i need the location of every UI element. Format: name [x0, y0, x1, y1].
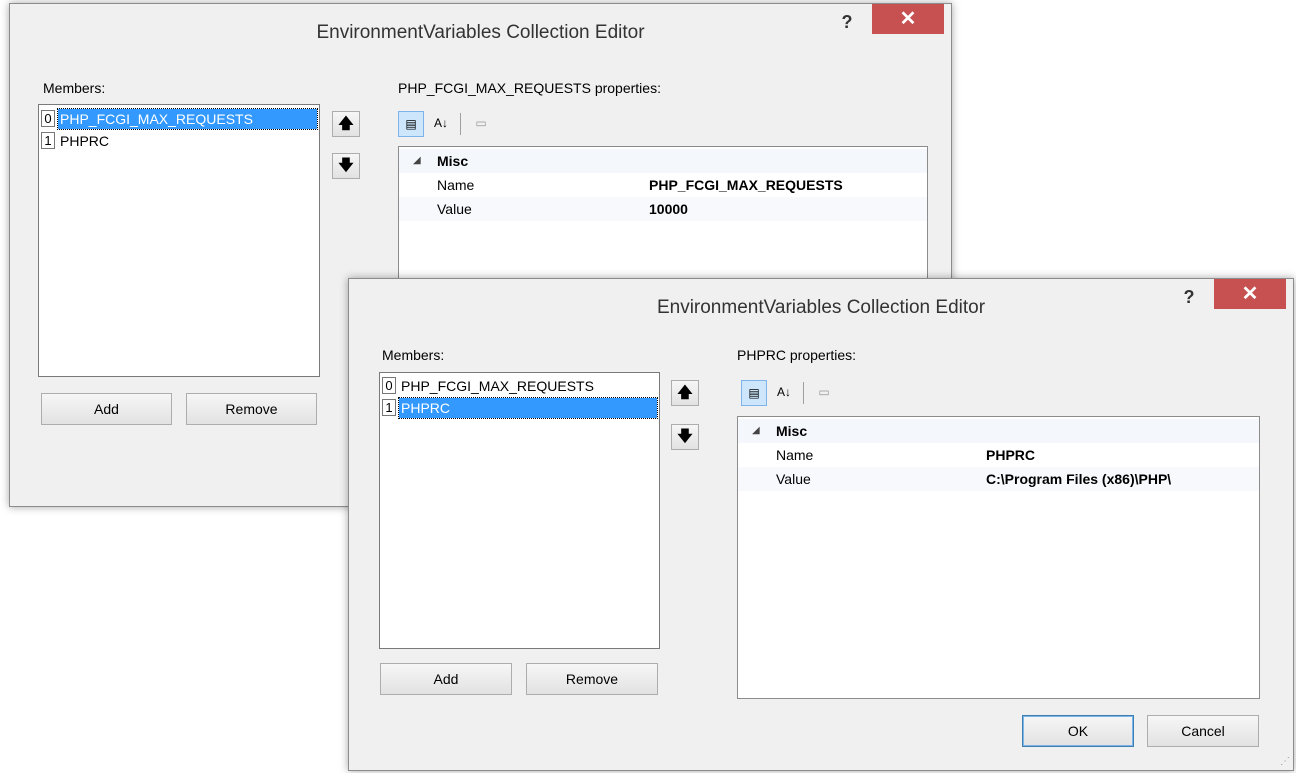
members-list[interactable]: 0 PHP_FCGI_MAX_REQUESTS 1 PHPRC [379, 372, 660, 649]
properties-label: PHP_FCGI_MAX_REQUESTS properties: [398, 80, 661, 96]
member-name: PHPRC [398, 397, 658, 419]
close-button[interactable]: ✕ [872, 4, 944, 34]
move-down-button[interactable]: 🡇 [671, 424, 699, 450]
help-button[interactable]: ? [835, 10, 859, 34]
list-item[interactable]: 1 PHPRC [382, 397, 658, 419]
property-grid-toolbar: ▤ A↓ ▭ [741, 380, 861, 408]
move-up-button[interactable]: 🡅 [332, 111, 360, 137]
member-index: 0 [41, 110, 55, 127]
collection-editor-dialog-front: EnvironmentVariables Collection Editor ?… [348, 278, 1294, 771]
dialog-title: EnvironmentVariables Collection Editor [656, 297, 986, 318]
title-bar[interactable]: EnvironmentVariables Collection Editor ?… [10, 4, 951, 60]
expanded-icon[interactable]: ◢ [413, 149, 421, 173]
properties-label: PHPRC properties: [737, 347, 857, 363]
list-item[interactable]: 1 PHPRC [41, 131, 317, 151]
arrow-up-icon: 🡅 [677, 384, 693, 401]
expanded-icon[interactable]: ◢ [752, 419, 760, 443]
arrow-up-icon: 🡅 [338, 115, 354, 132]
list-item[interactable]: 0 PHP_FCGI_MAX_REQUESTS [41, 108, 318, 130]
property-name: Value [437, 201, 472, 217]
cancel-button[interactable]: Cancel [1147, 715, 1259, 747]
sort-alphabetical-icon[interactable]: A↓ [428, 111, 454, 137]
member-name: PHP_FCGI_MAX_REQUESTS [57, 108, 318, 130]
category-row[interactable]: ◢ Misc [399, 149, 927, 173]
resize-grip-icon[interactable]: ⋰ [1280, 756, 1290, 767]
sort-alphabetical-icon[interactable]: A↓ [771, 380, 797, 406]
category-label: Misc [437, 153, 469, 169]
property-value[interactable]: C:\Program Files (x86)\PHP\ [986, 467, 1171, 491]
property-pages-icon[interactable]: ▭ [468, 111, 494, 137]
members-label: Members: [382, 347, 445, 363]
arrow-down-icon: 🡇 [677, 428, 693, 445]
help-button[interactable]: ? [1177, 285, 1201, 309]
member-name: PHP_FCGI_MAX_REQUESTS [401, 378, 594, 394]
property-name: Name [776, 447, 814, 463]
property-name: Name [437, 177, 475, 193]
categorized-icon[interactable]: ▤ [398, 111, 424, 137]
categorized-icon[interactable]: ▤ [741, 380, 767, 406]
property-row[interactable]: Name PHPRC [738, 443, 1259, 467]
property-row[interactable]: Value C:\Program Files (x86)\PHP\ [738, 467, 1259, 491]
property-grid[interactable]: ◢ Misc Name PHPRC Value C:\Program Files… [737, 416, 1260, 699]
member-index: 0 [382, 377, 396, 394]
property-row[interactable]: Value 10000 [399, 197, 927, 221]
category-row[interactable]: ◢ Misc [738, 419, 1259, 443]
move-down-button[interactable]: 🡇 [332, 153, 360, 179]
dialog-title: EnvironmentVariables Collection Editor [316, 22, 645, 43]
property-name: Value [776, 471, 811, 487]
add-button[interactable]: Add [380, 663, 512, 695]
category-label: Misc [776, 423, 808, 439]
member-name: PHPRC [60, 133, 110, 149]
move-up-button[interactable]: 🡅 [671, 380, 699, 406]
add-button[interactable]: Add [41, 393, 172, 425]
property-value: PHP_FCGI_MAX_REQUESTS [649, 177, 843, 193]
title-bar[interactable]: EnvironmentVariables Collection Editor ?… [349, 279, 1293, 335]
ok-button[interactable]: OK [1022, 715, 1134, 747]
close-button[interactable]: ✕ [1214, 279, 1286, 309]
remove-button[interactable]: Remove [526, 663, 658, 695]
members-label: Members: [43, 80, 106, 96]
property-value: PHPRC [986, 447, 1036, 463]
remove-button[interactable]: Remove [186, 393, 317, 425]
toolbar-separator [803, 382, 804, 404]
property-value[interactable]: 10000 [649, 197, 688, 221]
toolbar-separator [460, 113, 461, 135]
property-row[interactable]: Name PHP_FCGI_MAX_REQUESTS [399, 173, 927, 197]
property-grid-toolbar: ▤ A↓ ▭ [398, 111, 518, 139]
members-list[interactable]: 0 PHP_FCGI_MAX_REQUESTS 1 PHPRC [38, 104, 320, 377]
list-item[interactable]: 0 PHP_FCGI_MAX_REQUESTS [382, 376, 657, 396]
member-index: 1 [41, 132, 55, 149]
member-index: 1 [382, 399, 396, 416]
property-pages-icon[interactable]: ▭ [811, 380, 837, 406]
arrow-down-icon: 🡇 [338, 157, 354, 174]
